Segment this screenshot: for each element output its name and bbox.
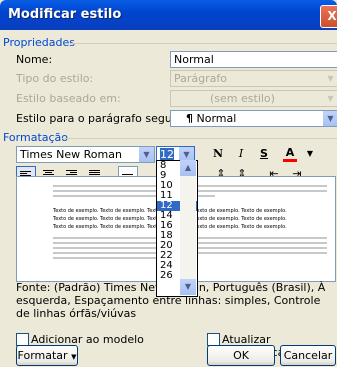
ok-button-label: OK [233, 349, 249, 362]
name-field[interactable]: Normal [170, 51, 337, 68]
scroll-up-icon[interactable]: ▲ [180, 160, 196, 176]
paragraph-icon: ¶ [186, 112, 193, 125]
cancel-button[interactable]: Cancelar [280, 345, 336, 366]
font-value: Times New Roman [20, 148, 122, 161]
next-style-value: Normal [196, 112, 237, 125]
font-color-bar [283, 159, 297, 162]
next-style-select[interactable]: ¶ Normal ▼ [170, 110, 337, 127]
chevron-down-icon: ▼ [323, 91, 337, 106]
cancel-button-label: Cancelar [283, 349, 333, 362]
format-menu-button[interactable]: Formatar ▼ [16, 345, 78, 366]
chevron-down-icon[interactable]: ▼ [323, 111, 337, 126]
window-title: Modificar estilo [8, 7, 122, 22]
based-on-value: (sem estilo) [210, 92, 275, 105]
italic-button[interactable]: I [232, 146, 250, 162]
name-field-value: Normal [174, 53, 214, 66]
chevron-down-icon: ▼ [71, 353, 77, 361]
underline-label: S [260, 147, 268, 160]
font-color-label: A [285, 146, 295, 159]
ok-button[interactable]: OK [207, 345, 275, 366]
close-button[interactable]: X [320, 5, 337, 28]
style-type-label: Tipo do estilo: [16, 72, 94, 85]
chevron-down-icon[interactable]: ▼ [301, 146, 319, 162]
font-color-button[interactable]: A [281, 145, 299, 162]
name-label: Nome: [16, 53, 52, 66]
name-label-text: Nome: [16, 53, 53, 66]
style-type-value: Parágrafo [174, 72, 227, 85]
based-on-select: (sem estilo) ▼ [170, 90, 337, 107]
underline-button[interactable]: S [255, 146, 273, 162]
chevron-down-icon: ▼ [323, 71, 337, 86]
close-icon: X [327, 9, 337, 23]
formatting-divider [62, 138, 337, 139]
font-select[interactable]: Times New Roman ▼ [16, 146, 155, 163]
properties-divider [70, 43, 337, 44]
properties-section-label: Propriedades [3, 36, 75, 49]
title-bar: Modificar estilo [0, 0, 337, 30]
style-type-select: Parágrafo ▼ [170, 70, 337, 87]
based-on-label: Estilo baseado em: [16, 92, 121, 105]
chevron-down-icon[interactable]: ▼ [139, 147, 154, 162]
bold-label: N [212, 147, 224, 160]
formatting-section-label: Formatação [3, 131, 69, 144]
format-button-label: Formatar [17, 349, 68, 362]
scroll-down-icon[interactable]: ▼ [180, 279, 196, 295]
font-size-scrollbar[interactable]: ▲ ▼ [180, 160, 196, 295]
italic-label: I [238, 147, 244, 160]
bold-button[interactable]: N [209, 146, 227, 162]
